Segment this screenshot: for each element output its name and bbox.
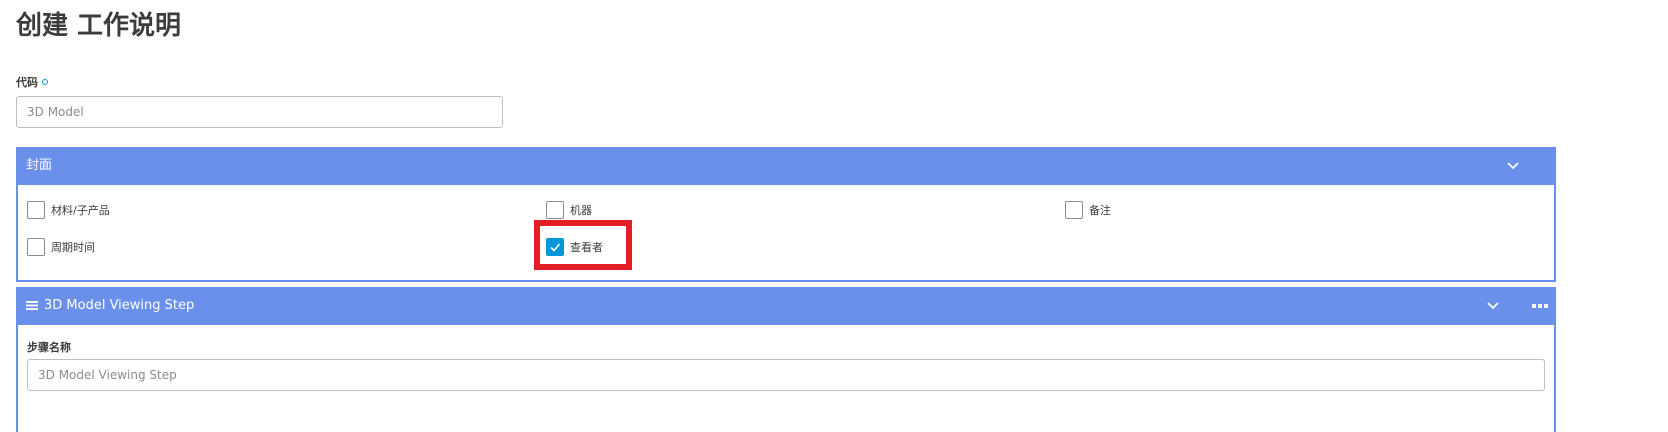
step-name-input[interactable] [27, 359, 1545, 391]
more-options-icon[interactable] [1532, 303, 1548, 309]
code-label-text: 代码 [16, 76, 38, 89]
checkbox-materials[interactable]: 材料/子产品 [27, 200, 110, 220]
page-title: 创建 工作说明 [16, 11, 182, 41]
checkbox-box[interactable] [546, 201, 564, 219]
code-field-label: 代码 [16, 76, 48, 90]
checkbox-notes[interactable]: 备注 [1065, 200, 1111, 220]
code-input[interactable] [16, 96, 503, 128]
checkbox-box[interactable] [1065, 201, 1083, 219]
drag-handle-icon[interactable] [26, 300, 38, 311]
highlight-annotation [534, 220, 632, 270]
step-panel-title: 3D Model Viewing Step [44, 298, 195, 313]
required-indicator-icon [42, 79, 48, 85]
checkbox-cycle-time[interactable]: 周期时间 [27, 237, 95, 257]
checkbox-box[interactable] [27, 201, 45, 219]
step-panel-header[interactable]: 3D Model Viewing Step [16, 287, 1556, 325]
checkbox-box[interactable] [27, 238, 45, 256]
checkbox-label: 机器 [570, 204, 592, 217]
cover-panel: 封面 材料/子产品 机器 备注 周期时间 查看者 [16, 147, 1556, 282]
cover-panel-header[interactable]: 封面 [16, 147, 1556, 185]
step-name-label: 步骤名称 [27, 341, 71, 354]
checkbox-label: 材料/子产品 [51, 204, 110, 217]
chevron-down-icon[interactable] [1506, 159, 1520, 173]
chevron-down-icon[interactable] [1486, 299, 1500, 313]
checkbox-machine[interactable]: 机器 [546, 200, 592, 220]
cover-panel-title: 封面 [26, 158, 53, 173]
checkbox-label: 备注 [1089, 204, 1111, 217]
checkbox-label: 周期时间 [51, 241, 95, 254]
